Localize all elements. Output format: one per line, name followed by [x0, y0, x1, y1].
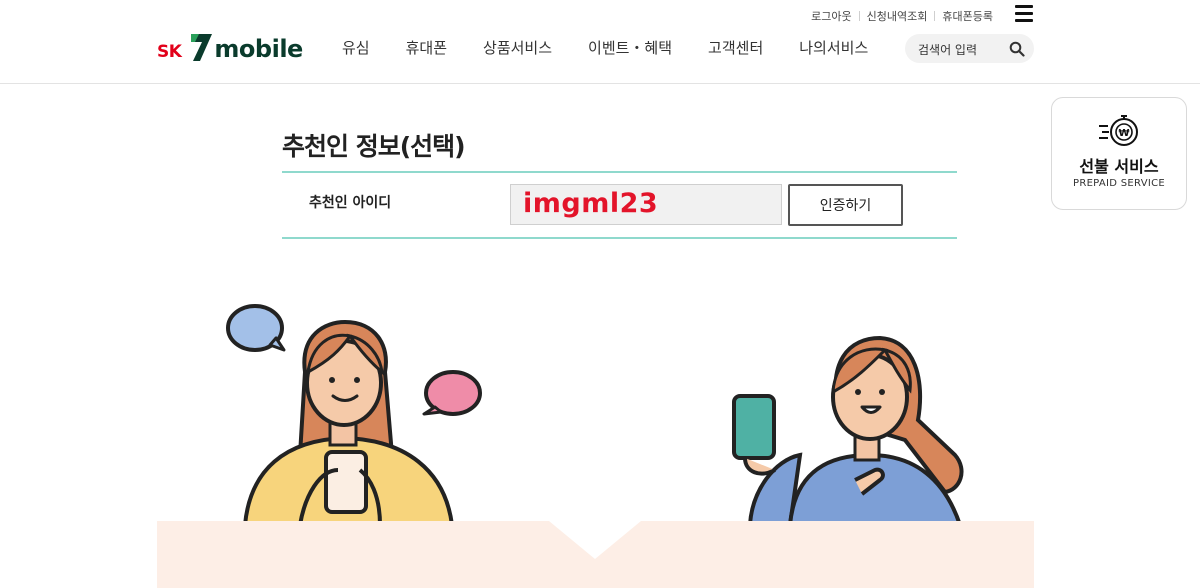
- phone-register-link[interactable]: 휴대폰등록: [942, 8, 993, 24]
- nav-usim[interactable]: 유심: [342, 37, 370, 58]
- verify-button[interactable]: 인증하기: [788, 184, 903, 226]
- search-placeholder: 검색어 입력: [918, 43, 978, 57]
- nav-events[interactable]: 이벤트・혜택: [588, 37, 672, 58]
- logo-seven-icon: [191, 34, 213, 61]
- utility-links: 로그아웃 신청내역조회 휴대폰등록: [811, 8, 993, 24]
- recommender-id-label: 추천인 아이디: [309, 195, 392, 211]
- main-nav: 유심 휴대폰 상품서비스 이벤트・혜택 고객센터 나의서비스: [342, 37, 904, 58]
- prepaid-title: 선불 서비스: [1079, 157, 1159, 176]
- left-woman-figure: [242, 319, 455, 527]
- svg-text:₩: ₩: [1118, 128, 1129, 139]
- logo-mobile: mobile: [214, 35, 303, 63]
- recommender-id-field[interactable]: imgml23: [510, 184, 782, 225]
- right-woman-figure: [732, 335, 964, 527]
- nav-customer-center[interactable]: 고객센터: [708, 37, 763, 58]
- application-history-link[interactable]: 신청내역조회: [867, 8, 928, 24]
- logo-sk: SK: [157, 42, 182, 62]
- content-panel: [157, 521, 1034, 588]
- top-divider: [282, 171, 957, 173]
- prepaid-service-button[interactable]: ₩ 선불 서비스 PREPAID SERVICE: [1051, 97, 1187, 210]
- panel-notch: [549, 521, 641, 559]
- bottom-divider: [282, 237, 957, 239]
- menu-icon[interactable]: [1015, 5, 1033, 23]
- two-women-illustration: [226, 304, 964, 527]
- nav-my-service[interactable]: 나의서비스: [799, 37, 868, 58]
- search-input[interactable]: 검색어 입력: [905, 34, 1034, 63]
- divider: [858, 11, 860, 21]
- nav-phone[interactable]: 휴대폰: [406, 37, 447, 58]
- section-title: 추천인 정보(선택): [282, 132, 466, 161]
- prepaid-subtitle: PREPAID SERVICE: [1072, 178, 1165, 189]
- blue-speech-bubble-icon: [226, 304, 286, 352]
- divider: [934, 11, 936, 21]
- prepaid-coin-icon: ₩: [1099, 115, 1138, 146]
- recommender-id-value: imgml23: [523, 188, 659, 219]
- logout-link[interactable]: 로그아웃: [811, 8, 851, 24]
- site-header: 로그아웃 신청내역조회 휴대폰등록 SK mobile 유심 휴대폰 상품서비스…: [0, 0, 1200, 84]
- nav-products[interactable]: 상품서비스: [483, 37, 552, 58]
- logo[interactable]: SK mobile: [157, 28, 303, 62]
- search-icon[interactable]: [1009, 41, 1025, 57]
- pink-speech-bubble-icon: [422, 370, 482, 416]
